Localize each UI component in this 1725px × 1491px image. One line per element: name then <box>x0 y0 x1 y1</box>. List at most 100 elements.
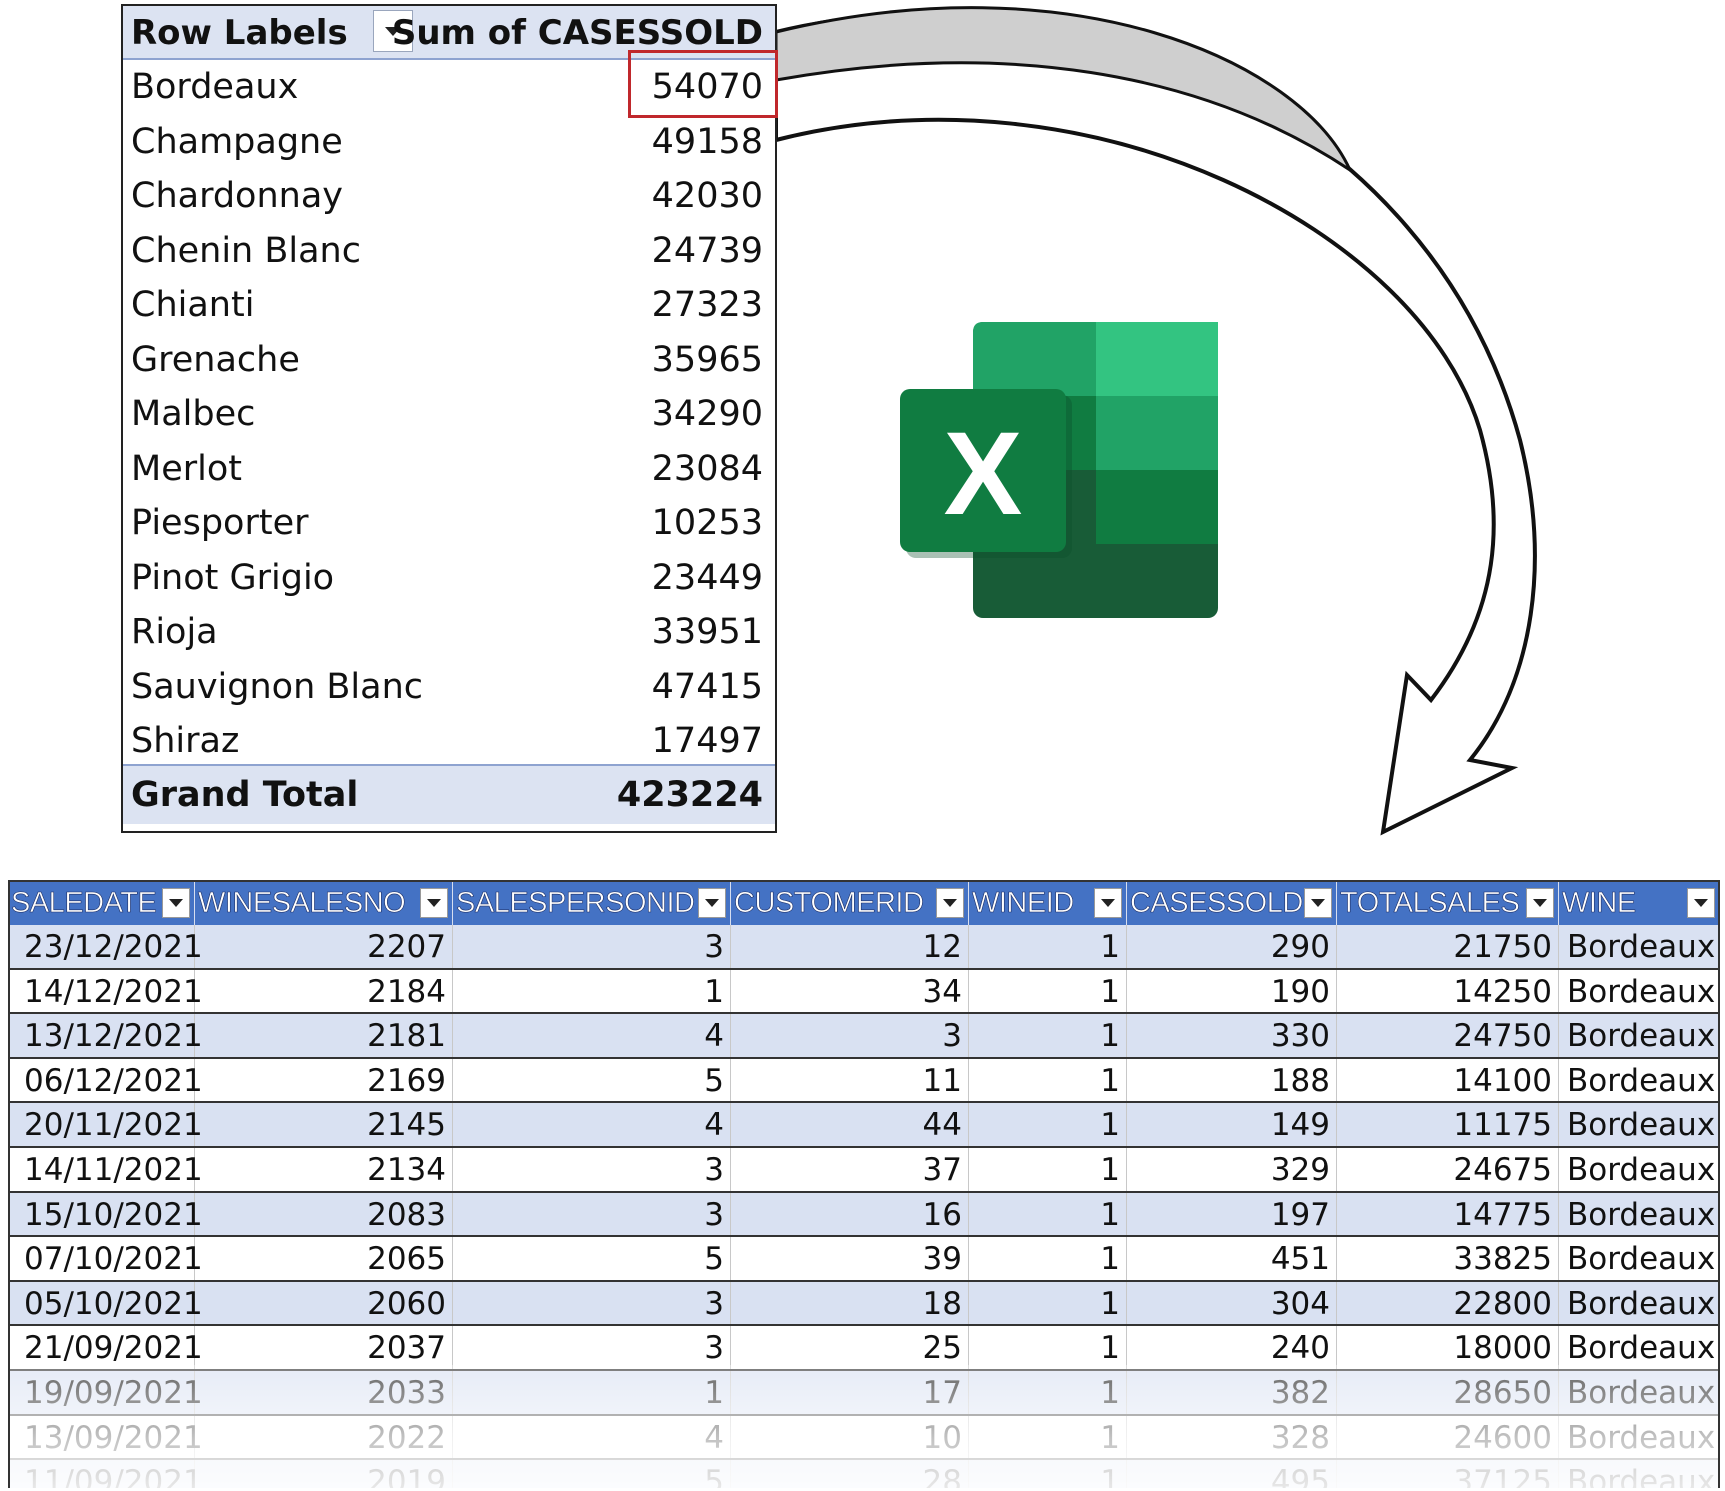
table-cell-winesalesno[interactable]: 2060 <box>195 1281 453 1325</box>
table-cell-winesalesno[interactable]: 2184 <box>195 969 453 1013</box>
table-cell-wineid[interactable]: 1 <box>969 1148 1127 1191</box>
table-cell-saledate[interactable]: 15/10/2021 <box>8 1192 203 1236</box>
pivot-row[interactable]: Merlot 23084 <box>123 441 775 496</box>
column-header-customerid[interactable]: CUSTOMERID <box>731 882 969 925</box>
table-cell-wineid[interactable]: 1 <box>969 1326 1127 1369</box>
table-cell-wine[interactable]: Bordeaux <box>1559 1058 1720 1102</box>
table-cell-totalsales[interactable]: 14775 <box>1337 1192 1559 1236</box>
table-cell-customerid[interactable]: 39 <box>731 1237 969 1280</box>
table-cell-winesalesno[interactable]: 2037 <box>195 1326 453 1369</box>
table-cell-saledate[interactable]: 13/12/2021 <box>8 1014 203 1057</box>
column-header-casessold[interactable]: CASESSOLD <box>1127 882 1337 925</box>
column-header-wineid[interactable]: WINEID <box>969 882 1127 925</box>
table-row[interactable]: 13/12/2021 2181 4 3 1 330 24750 Bordeaux <box>8 1014 1720 1059</box>
table-row[interactable]: 06/12/2021 2169 5 11 1 188 14100 Bordeaux <box>8 1058 1720 1104</box>
filter-dropdown-icon[interactable] <box>1526 888 1554 918</box>
table-cell-wineid[interactable]: 1 <box>969 1192 1127 1236</box>
pivot-row[interactable]: Shiraz 17497 <box>123 713 775 768</box>
table-cell-salespersonid[interactable]: 1 <box>453 969 731 1013</box>
table-cell-casessold[interactable]: 188 <box>1127 1058 1337 1102</box>
table-cell-wineid[interactable]: 1 <box>969 925 1127 968</box>
table-cell-winesalesno[interactable]: 2134 <box>195 1148 453 1191</box>
table-cell-saledate[interactable]: 20/11/2021 <box>8 1103 203 1146</box>
table-cell-customerid[interactable]: 12 <box>731 925 969 968</box>
pivot-row[interactable]: Malbec 34290 <box>123 386 775 441</box>
filter-dropdown-icon[interactable] <box>1687 888 1715 918</box>
filter-dropdown-icon[interactable] <box>162 888 190 918</box>
pivot-row[interactable]: Chenin Blanc 24739 <box>123 223 775 278</box>
table-cell-salespersonid[interactable]: 5 <box>453 1058 731 1102</box>
table-cell-casessold[interactable]: 330 <box>1127 1014 1337 1057</box>
table-cell-saledate[interactable]: 06/12/2021 <box>8 1058 203 1102</box>
column-header-salespersonid[interactable]: SALESPERSONID <box>453 882 731 925</box>
table-cell-customerid[interactable]: 11 <box>731 1058 969 1102</box>
table-cell-casessold[interactable]: 240 <box>1127 1326 1337 1369</box>
table-row[interactable]: 14/12/2021 2184 1 34 1 190 14250 Bordeaux <box>8 969 1720 1015</box>
table-cell-casessold[interactable]: 304 <box>1127 1281 1337 1325</box>
filter-dropdown-icon[interactable] <box>1304 888 1332 918</box>
pivot-row[interactable]: Piesporter 10253 <box>123 495 775 550</box>
table-row[interactable]: 20/11/2021 2145 4 44 1 149 11175 Bordeaux <box>8 1103 1720 1148</box>
table-cell-winesalesno[interactable]: 2145 <box>195 1103 453 1146</box>
table-cell-winesalesno[interactable]: 2207 <box>195 925 453 968</box>
table-cell-salespersonid[interactable]: 3 <box>453 1192 731 1236</box>
table-cell-totalsales[interactable]: 22800 <box>1337 1281 1559 1325</box>
column-header-winesalesno[interactable]: WINESALESNO <box>195 882 453 925</box>
table-cell-casessold[interactable]: 190 <box>1127 969 1337 1013</box>
table-cell-wineid[interactable]: 1 <box>969 1014 1127 1057</box>
column-header-totalsales[interactable]: TOTALSALES <box>1337 882 1559 925</box>
table-cell-wine[interactable]: Bordeaux <box>1559 969 1720 1013</box>
filter-dropdown-icon[interactable] <box>420 888 448 918</box>
table-cell-winesalesno[interactable]: 2083 <box>195 1192 453 1236</box>
column-header-saledate[interactable]: SALEDATE <box>8 882 195 925</box>
table-cell-winesalesno[interactable]: 2065 <box>195 1237 453 1280</box>
pivot-row[interactable]: Rioja 33951 <box>123 604 775 659</box>
table-cell-salespersonid[interactable]: 3 <box>453 1281 731 1325</box>
table-cell-totalsales[interactable]: 14250 <box>1337 969 1559 1013</box>
table-cell-salespersonid[interactable]: 4 <box>453 1103 731 1146</box>
table-cell-wineid[interactable]: 1 <box>969 1281 1127 1325</box>
table-cell-customerid[interactable]: 16 <box>731 1192 969 1236</box>
table-row[interactable]: 07/10/2021 2065 5 39 1 451 33825 Bordeaux <box>8 1237 1720 1282</box>
filter-dropdown-icon[interactable] <box>936 888 964 918</box>
pivot-row[interactable]: Grenache 35965 <box>123 332 775 387</box>
table-cell-wine[interactable]: Bordeaux <box>1559 1103 1720 1146</box>
filter-dropdown-icon[interactable] <box>698 888 726 918</box>
table-cell-customerid[interactable]: 3 <box>731 1014 969 1057</box>
table-row[interactable]: 14/11/2021 2134 3 37 1 329 24675 Bordeaux <box>8 1148 1720 1193</box>
table-cell-totalsales[interactable]: 18000 <box>1337 1326 1559 1369</box>
table-cell-totalsales[interactable]: 21750 <box>1337 925 1559 968</box>
table-cell-totalsales[interactable]: 33825 <box>1337 1237 1559 1280</box>
table-cell-customerid[interactable]: 34 <box>731 969 969 1013</box>
pivot-row[interactable]: Sauvignon Blanc 47415 <box>123 659 775 714</box>
table-cell-wine[interactable]: Bordeaux <box>1559 1192 1720 1236</box>
table-cell-casessold[interactable]: 149 <box>1127 1103 1337 1146</box>
table-row[interactable]: 15/10/2021 2083 3 16 1 197 14775 Bordeaux <box>8 1192 1720 1238</box>
table-cell-casessold[interactable]: 197 <box>1127 1192 1337 1236</box>
table-cell-totalsales[interactable]: 14100 <box>1337 1058 1559 1102</box>
table-cell-salespersonid[interactable]: 3 <box>453 925 731 968</box>
table-cell-salespersonid[interactable]: 4 <box>453 1014 731 1057</box>
pivot-row[interactable]: Chianti 27323 <box>123 277 775 332</box>
table-cell-customerid[interactable]: 37 <box>731 1148 969 1191</box>
table-cell-wine[interactable]: Bordeaux <box>1559 1148 1720 1191</box>
table-cell-saledate[interactable]: 05/10/2021 <box>8 1281 203 1325</box>
table-cell-wineid[interactable]: 1 <box>969 1237 1127 1280</box>
table-cell-salespersonid[interactable]: 3 <box>453 1148 731 1191</box>
table-cell-wine[interactable]: Bordeaux <box>1559 1014 1720 1057</box>
table-cell-wine[interactable]: Bordeaux <box>1559 1326 1720 1369</box>
column-header-wine[interactable]: WINE <box>1559 882 1720 925</box>
table-cell-wineid[interactable]: 1 <box>969 969 1127 1013</box>
pivot-row[interactable]: Champagne 49158 <box>123 114 775 169</box>
table-cell-saledate[interactable]: 14/12/2021 <box>8 969 203 1013</box>
table-cell-casessold[interactable]: 290 <box>1127 925 1337 968</box>
table-cell-saledate[interactable]: 07/10/2021 <box>8 1237 203 1280</box>
table-cell-wine[interactable]: Bordeaux <box>1559 925 1720 968</box>
pivot-row[interactable]: Pinot Grigio 23449 <box>123 550 775 605</box>
table-cell-winesalesno[interactable]: 2181 <box>195 1014 453 1057</box>
table-cell-wineid[interactable]: 1 <box>969 1103 1127 1146</box>
table-row[interactable]: 05/10/2021 2060 3 18 1 304 22800 Bordeaux <box>8 1281 1720 1327</box>
table-cell-saledate[interactable]: 14/11/2021 <box>8 1148 203 1191</box>
table-cell-wineid[interactable]: 1 <box>969 1058 1127 1102</box>
table-cell-totalsales[interactable]: 24750 <box>1337 1014 1559 1057</box>
